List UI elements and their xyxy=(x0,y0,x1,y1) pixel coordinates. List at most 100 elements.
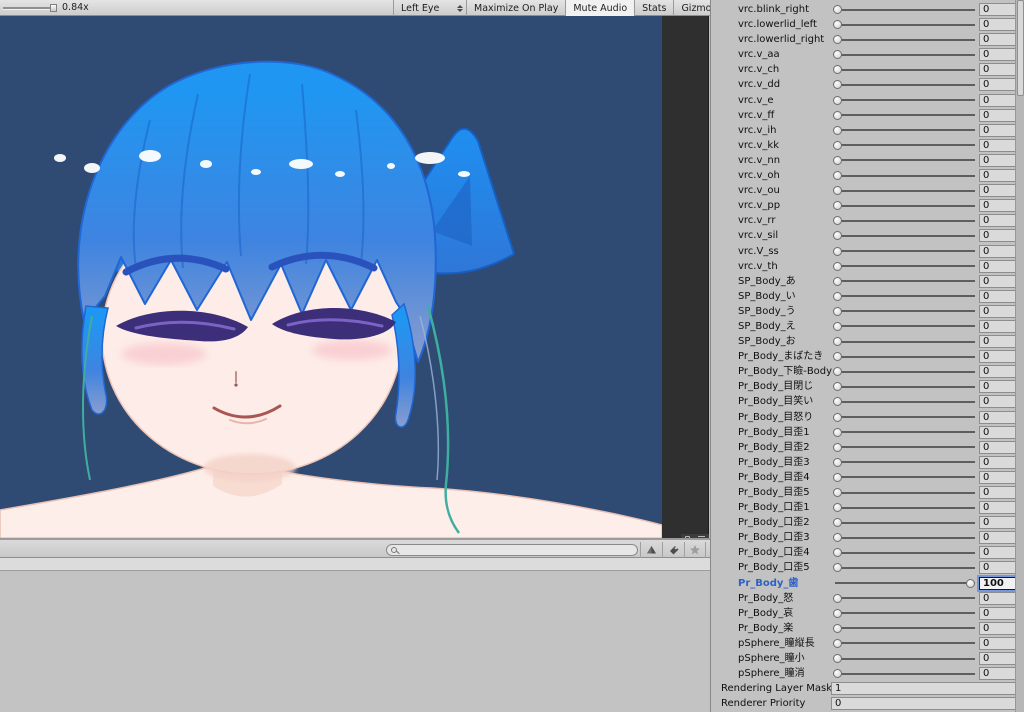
blendshape-value-field[interactable]: 0 xyxy=(979,108,1016,122)
slider-thumb[interactable] xyxy=(833,216,842,226)
slider-thumb[interactable] xyxy=(833,5,842,14)
blendshape-slider[interactable] xyxy=(831,123,977,138)
slider-thumb[interactable] xyxy=(833,276,842,286)
blendshape-value-field[interactable]: 0 xyxy=(979,184,1016,198)
blendshape-slider[interactable] xyxy=(831,666,977,681)
blendshape-value-field[interactable]: 0 xyxy=(979,440,1016,454)
slider-thumb[interactable] xyxy=(833,457,842,467)
blendshape-slider[interactable] xyxy=(831,621,977,636)
favorites-button[interactable] xyxy=(684,542,706,558)
blendshape-slider[interactable] xyxy=(831,394,977,409)
type-filter-button[interactable] xyxy=(640,542,662,558)
slider-thumb[interactable] xyxy=(833,503,842,513)
maximize-on-play-button[interactable]: Maximize On Play xyxy=(466,0,565,16)
blendshape-slider[interactable] xyxy=(831,108,977,123)
scrollbar-thumb[interactable] xyxy=(1017,0,1024,96)
blendshape-value-field[interactable]: 0 xyxy=(979,214,1016,228)
blendshape-slider[interactable] xyxy=(831,213,977,228)
blendshape-slider[interactable] xyxy=(831,2,977,17)
blendshape-value-field[interactable]: 0 xyxy=(979,78,1016,92)
blendshape-value-field[interactable]: 0 xyxy=(979,33,1016,47)
blendshape-slider[interactable] xyxy=(831,304,977,319)
blendshape-value-field[interactable]: 0 xyxy=(979,380,1016,394)
slider-thumb[interactable] xyxy=(833,186,842,196)
blendshape-slider[interactable] xyxy=(831,515,977,530)
slider-thumb[interactable] xyxy=(833,563,842,573)
blendshape-slider[interactable] xyxy=(831,228,977,243)
blendshape-slider[interactable] xyxy=(831,334,977,349)
slider-thumb[interactable] xyxy=(833,125,842,135)
slider-thumb[interactable] xyxy=(833,397,842,407)
blendshape-value-field[interactable]: 0 xyxy=(979,652,1016,666)
slider-thumb[interactable] xyxy=(833,623,842,633)
blendshape-value-field[interactable]: 0 xyxy=(979,486,1016,499)
slider-thumb[interactable] xyxy=(833,155,842,165)
blendshape-value-field[interactable]: 0 xyxy=(979,93,1016,107)
blendshape-value-field[interactable]: 0 xyxy=(979,350,1016,364)
blendshape-slider[interactable] xyxy=(831,470,977,485)
project-content-area[interactable] xyxy=(0,572,710,712)
slider-thumb[interactable] xyxy=(833,65,842,75)
slider-thumb[interactable] xyxy=(833,80,842,90)
search-input[interactable] xyxy=(386,544,638,556)
blendshape-value-field[interactable]: 0 xyxy=(979,3,1016,16)
slider-thumb[interactable] xyxy=(833,367,842,377)
blendshape-value-field[interactable]: 0 xyxy=(979,365,1016,379)
blendshape-slider[interactable] xyxy=(831,545,977,560)
blendshape-value-field[interactable]: 0 xyxy=(979,455,1016,469)
blendshape-value-field[interactable]: 0 xyxy=(979,501,1016,515)
blendshape-value-field[interactable]: 0 xyxy=(979,319,1016,333)
slider-thumb[interactable] xyxy=(833,35,842,45)
slider-thumb[interactable] xyxy=(833,231,842,241)
blendshape-slider[interactable] xyxy=(831,289,977,304)
slider-thumb[interactable] xyxy=(833,382,842,392)
blendshape-slider[interactable] xyxy=(831,259,977,274)
blendshape-slider[interactable] xyxy=(831,138,977,153)
blendshape-slider[interactable] xyxy=(831,410,977,425)
slider-thumb[interactable] xyxy=(833,201,842,211)
blendshape-value-field[interactable]: 0 xyxy=(979,169,1016,183)
slider-thumb[interactable] xyxy=(833,427,842,437)
blendshape-slider[interactable] xyxy=(831,77,977,92)
blendshape-value-field[interactable]: 0 xyxy=(979,606,1016,620)
blendshape-value-field[interactable]: 0 xyxy=(979,199,1016,213)
blendshape-slider[interactable] xyxy=(831,183,977,198)
slider-thumb[interactable] xyxy=(833,306,842,316)
blendshape-value-field[interactable]: 0 xyxy=(979,395,1016,409)
blendshape-slider[interactable] xyxy=(831,576,977,591)
blendshape-slider[interactable] xyxy=(831,530,977,545)
slider-thumb[interactable] xyxy=(833,593,842,603)
slider-thumb[interactable] xyxy=(833,171,842,181)
slider-thumb[interactable] xyxy=(833,518,842,528)
mute-audio-button[interactable]: Mute Audio xyxy=(565,0,635,16)
slider-thumb[interactable] xyxy=(833,442,842,452)
blendshape-slider[interactable] xyxy=(831,636,977,651)
blendshape-value-field[interactable]: 0 xyxy=(979,667,1016,681)
blendshape-value-field[interactable]: 0 xyxy=(979,636,1016,650)
slider-thumb[interactable] xyxy=(833,352,842,362)
blendshape-slider[interactable] xyxy=(831,32,977,47)
blendshape-value-field[interactable]: 0 xyxy=(979,229,1016,243)
blendshape-value-field[interactable]: 0 xyxy=(979,244,1016,258)
blendshape-slider[interactable] xyxy=(831,349,977,364)
slider-thumb[interactable] xyxy=(833,669,842,679)
blendshape-value-field[interactable]: 0 xyxy=(979,591,1016,605)
blendshape-slider[interactable] xyxy=(831,485,977,500)
scale-slider[interactable] xyxy=(3,7,57,9)
slider-thumb[interactable] xyxy=(833,110,842,120)
blendshape-value-field[interactable]: 0 xyxy=(979,546,1016,560)
blendshape-value-field[interactable]: 0 xyxy=(979,335,1016,349)
blendshape-slider[interactable] xyxy=(831,319,977,334)
blendshape-slider[interactable] xyxy=(831,62,977,77)
blendshape-slider[interactable] xyxy=(831,274,977,289)
game-viewport[interactable] xyxy=(0,16,662,538)
slider-thumb[interactable] xyxy=(833,488,842,497)
blendshape-slider[interactable] xyxy=(831,455,977,470)
scale-slider-thumb[interactable] xyxy=(50,4,57,12)
blendshape-slider[interactable] xyxy=(831,500,977,515)
blendshape-value-field[interactable]: 0 xyxy=(979,425,1016,439)
blendshape-slider[interactable] xyxy=(831,425,977,440)
blendshape-slider[interactable] xyxy=(831,198,977,213)
blendshape-value-field[interactable]: 100 xyxy=(977,574,1018,592)
display-dropdown[interactable]: Left Eye xyxy=(393,0,466,16)
